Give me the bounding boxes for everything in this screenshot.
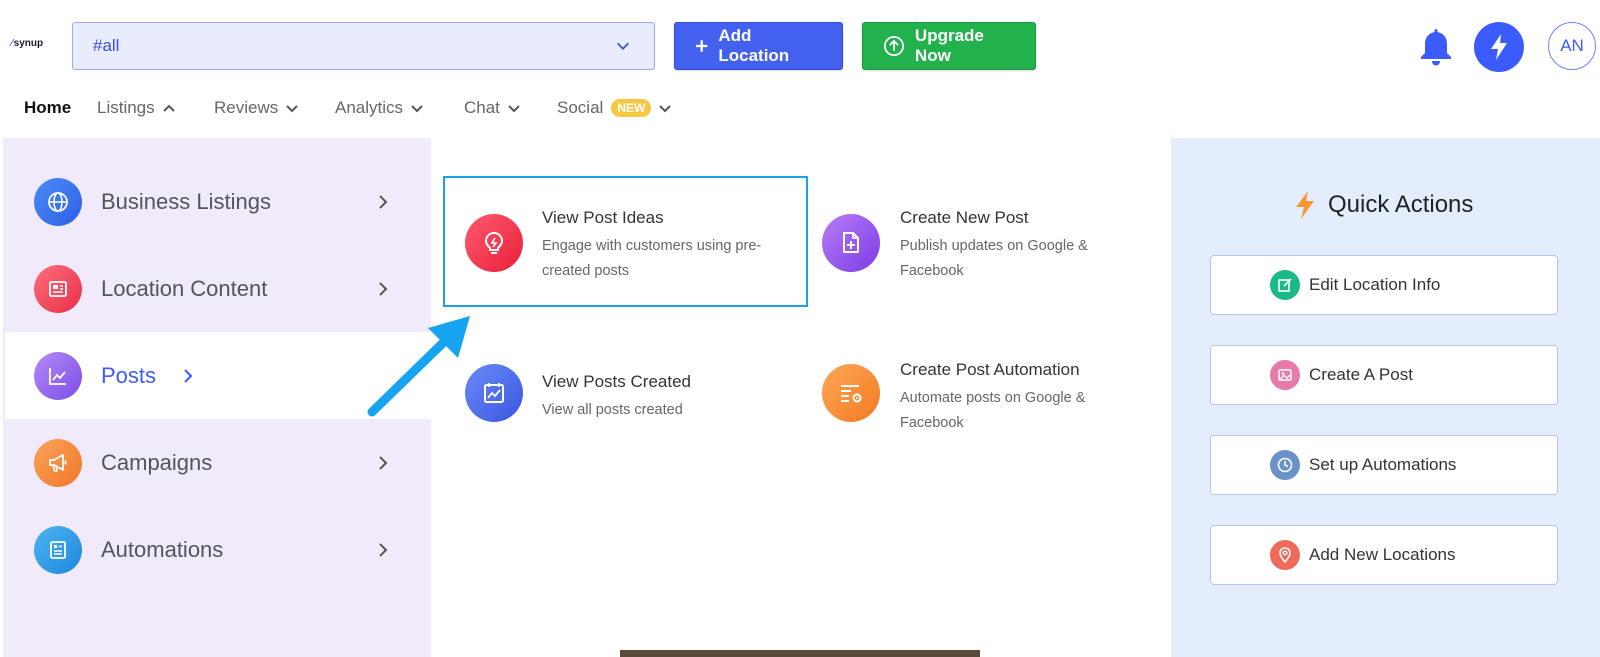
nav-reviews[interactable]: Reviews [214, 98, 300, 118]
left-menu-campaigns[interactable]: Campaigns [5, 419, 431, 506]
add-location-label: Add Location [718, 26, 790, 65]
view-post-ideas-card[interactable]: View Post Ideas Engage with customers us… [443, 176, 808, 307]
plus-icon [695, 40, 708, 52]
left-menu-label: Automations [101, 536, 224, 562]
chevron-up-icon [162, 104, 175, 112]
card-title: Create Post Automation [900, 360, 1080, 379]
logo-text: synup [13, 38, 44, 49]
file-plus-icon [822, 214, 880, 272]
left-menu-label: Posts [101, 362, 157, 388]
location-select-value: #all [93, 36, 120, 55]
quick-action-label: Create A Post [1309, 365, 1413, 384]
list-gear-icon [822, 364, 880, 422]
quick-actions-title: Quick Actions [1328, 191, 1474, 218]
chevron-right-icon [184, 368, 193, 383]
quick-actions-bolt-button[interactable] [1474, 22, 1524, 72]
nav-social-label: Social [557, 98, 604, 117]
chevron-down-icon [659, 105, 672, 113]
upgrade-now-label: Upgrade Now [914, 26, 984, 65]
chart-line-icon [34, 351, 82, 400]
left-menu-label: Location Content [101, 275, 268, 301]
chevron-down-icon [508, 105, 520, 113]
view-posts-created-card[interactable]: View Posts Created View all posts create… [443, 330, 803, 460]
chevron-down-icon [616, 42, 630, 50]
document-list-icon [34, 525, 82, 574]
newspaper-icon [34, 264, 82, 313]
chevron-right-icon [379, 194, 388, 209]
card-description: View all posts created [542, 402, 683, 418]
quick-action-label: Edit Location Info [1309, 275, 1441, 294]
logo-mark-icon: ⁄ [11, 38, 13, 49]
create-post-automation-card[interactable]: Create Post Automation Automate posts on… [802, 328, 1162, 458]
nav-analytics[interactable]: Analytics [335, 98, 425, 118]
arrow-up-circle-icon [883, 35, 905, 57]
chevron-down-icon [286, 105, 298, 113]
left-menu-automations[interactable]: Automations [5, 506, 431, 593]
set-up-automations-button[interactable]: Set up Automations [1210, 435, 1558, 495]
chevron-right-icon [379, 281, 388, 296]
card-title: View Post Ideas [542, 208, 664, 227]
quick-action-label: Add New Locations [1309, 545, 1456, 564]
image-icon [1270, 360, 1300, 390]
lightning-icon [1491, 34, 1507, 60]
create-new-post-card[interactable]: Create New Post Publish updates on Googl… [802, 176, 1162, 306]
quick-actions-heading: Quick Actions [1294, 190, 1473, 220]
nav-listings[interactable]: Listings [97, 98, 177, 118]
lightning-icon [1296, 191, 1314, 219]
bell-icon[interactable] [1416, 26, 1456, 68]
quick-action-label: Set up Automations [1309, 455, 1457, 474]
clock-icon [1270, 450, 1300, 480]
left-menu-label: Campaigns [101, 449, 213, 475]
map-pin-icon [1270, 540, 1300, 570]
edit-location-info-button[interactable]: Edit Location Info [1210, 255, 1558, 315]
lightbulb-icon [465, 214, 523, 272]
synup-logo[interactable]: ⁄ synup [11, 38, 43, 49]
card-description: Automate posts on Google & Facebook [900, 390, 1086, 431]
avatar[interactable]: AN [1548, 22, 1596, 70]
nav-listings-label: Listings [97, 98, 155, 117]
card-description: Publish updates on Google & Facebook [900, 238, 1088, 279]
left-menu-label: Business Listings [101, 188, 271, 214]
annotation-arrow [367, 316, 470, 417]
globe-icon [34, 177, 82, 226]
nav-home-label: Home [24, 98, 72, 117]
nav-chat[interactable]: Chat [464, 98, 522, 118]
edit-icon [1270, 270, 1300, 300]
card-title: View Posts Created [542, 372, 691, 391]
background-image-strip [620, 650, 980, 657]
nav-social[interactable]: Social NEW [557, 98, 673, 118]
chevron-down-icon [411, 105, 423, 113]
nav-chat-label: Chat [464, 98, 500, 117]
card-title: Create New Post [900, 208, 1029, 227]
add-location-button[interactable]: Add Location [674, 22, 843, 70]
add-new-locations-button[interactable]: Add New Locations [1210, 525, 1558, 585]
location-select[interactable]: #all [72, 22, 655, 70]
left-menu-business-listings[interactable]: Business Listings [5, 158, 431, 245]
nav-home[interactable]: Home [24, 98, 71, 118]
new-badge: NEW [611, 99, 652, 117]
top-bar: ⁄ synup #all Add Location Upgrade Now AN [0, 0, 1600, 92]
chevron-right-icon [379, 542, 388, 557]
upgrade-now-button[interactable]: Upgrade Now [862, 22, 1036, 70]
nav-reviews-label: Reviews [214, 98, 279, 117]
nav-analytics-label: Analytics [335, 98, 404, 117]
card-description: Engage with customers using pre-created … [542, 238, 762, 279]
megaphone-icon [34, 438, 82, 487]
chevron-right-icon [379, 455, 388, 470]
create-a-post-button[interactable]: Create A Post [1210, 345, 1558, 405]
